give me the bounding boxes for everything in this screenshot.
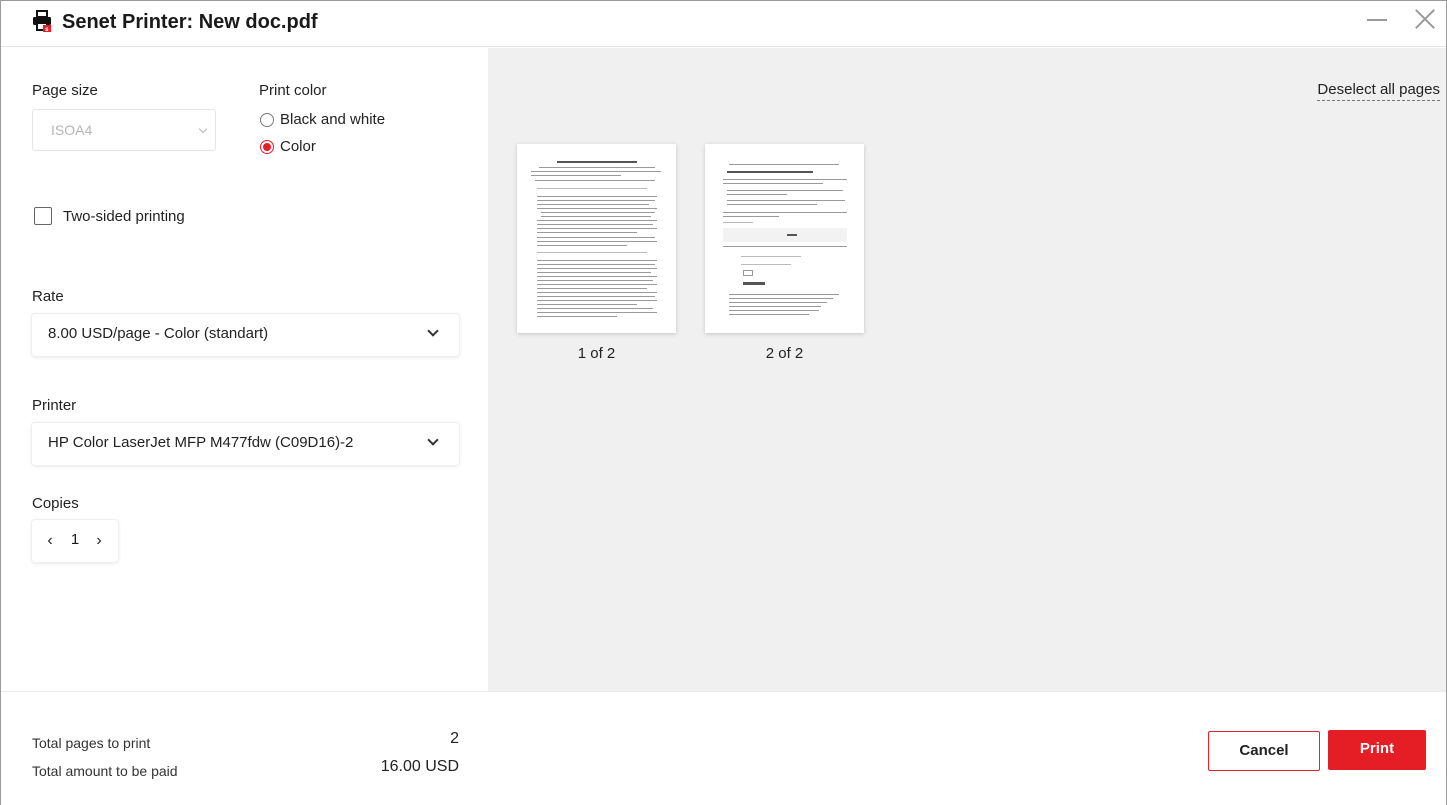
svg-text:s: s [45, 26, 49, 32]
page-thumbnail-2[interactable] [705, 144, 864, 333]
printer-icon: s [33, 10, 51, 32]
printer-label: Printer [32, 397, 77, 414]
total-amount-label: Total amount to be paid [32, 763, 178, 779]
page-thumbnail-1[interactable] [517, 144, 676, 333]
copies-value[interactable]: 1 [68, 531, 82, 548]
radio-bw[interactable] [260, 113, 274, 127]
cancel-button[interactable]: Cancel [1208, 731, 1320, 771]
footer-bar: Total pages to print 2 Total amount to b… [1, 691, 1446, 805]
window-title: Senet Printer: New doc.pdf [62, 11, 318, 33]
close-icon[interactable] [1412, 6, 1438, 32]
copies-increment-button[interactable]: › [89, 530, 109, 552]
total-pages-value: 2 [450, 730, 459, 747]
page-size-select: ISOA4 [32, 109, 216, 151]
print-color-label: Print color [259, 82, 327, 99]
color-option-color-label: Color [280, 138, 316, 155]
radio-color[interactable] [260, 140, 274, 154]
color-option-color[interactable]: Color [259, 138, 399, 158]
rate-label: Rate [32, 288, 64, 305]
preview-area: Deselect all pages 1 of 2 2 of 2 [488, 48, 1446, 691]
color-option-bw[interactable]: Black and white [259, 111, 399, 131]
printer-value: HP Color LaserJet MFP M477fdw (C09D16)-2 [48, 434, 354, 451]
chevron-down-icon [427, 325, 439, 337]
printer-dropdown[interactable]: HP Color LaserJet MFP M477fdw (C09D16)-2 [32, 423, 459, 465]
page-size-label: Page size [32, 82, 98, 99]
page-label-1: 1 of 2 [577, 345, 616, 362]
copies-stepper[interactable]: ‹ 1 › [32, 520, 118, 562]
copies-label: Copies [32, 495, 79, 512]
chevron-down-icon [198, 124, 208, 134]
minimize-icon[interactable] [1367, 7, 1387, 31]
print-button[interactable]: Print [1328, 730, 1426, 770]
two-sided-label: Two-sided printing [63, 208, 185, 225]
chevron-down-icon [427, 434, 439, 446]
total-pages-label: Total pages to print [32, 735, 151, 751]
title-bar: s Senet Printer: New doc.pdf [1, 1, 1446, 47]
page-label-2: 2 of 2 [765, 345, 804, 362]
page-size-value: ISOA4 [51, 122, 93, 138]
rate-dropdown[interactable]: 8.00 USD/page - Color (standart) [32, 314, 459, 356]
color-option-bw-label: Black and white [280, 111, 386, 128]
two-sided-checkbox[interactable] [34, 207, 52, 225]
rate-value: 8.00 USD/page - Color (standart) [48, 325, 269, 342]
print-dialog-window: s Senet Printer: New doc.pdf Page size I… [0, 0, 1447, 805]
copies-decrement-button[interactable]: ‹ [40, 530, 60, 552]
total-amount-value: 16.00 USD [380, 758, 459, 775]
deselect-all-pages-link[interactable]: Deselect all pages [1317, 81, 1440, 101]
settings-panel: Page size ISOA4 Print color Black and wh… [1, 48, 487, 691]
